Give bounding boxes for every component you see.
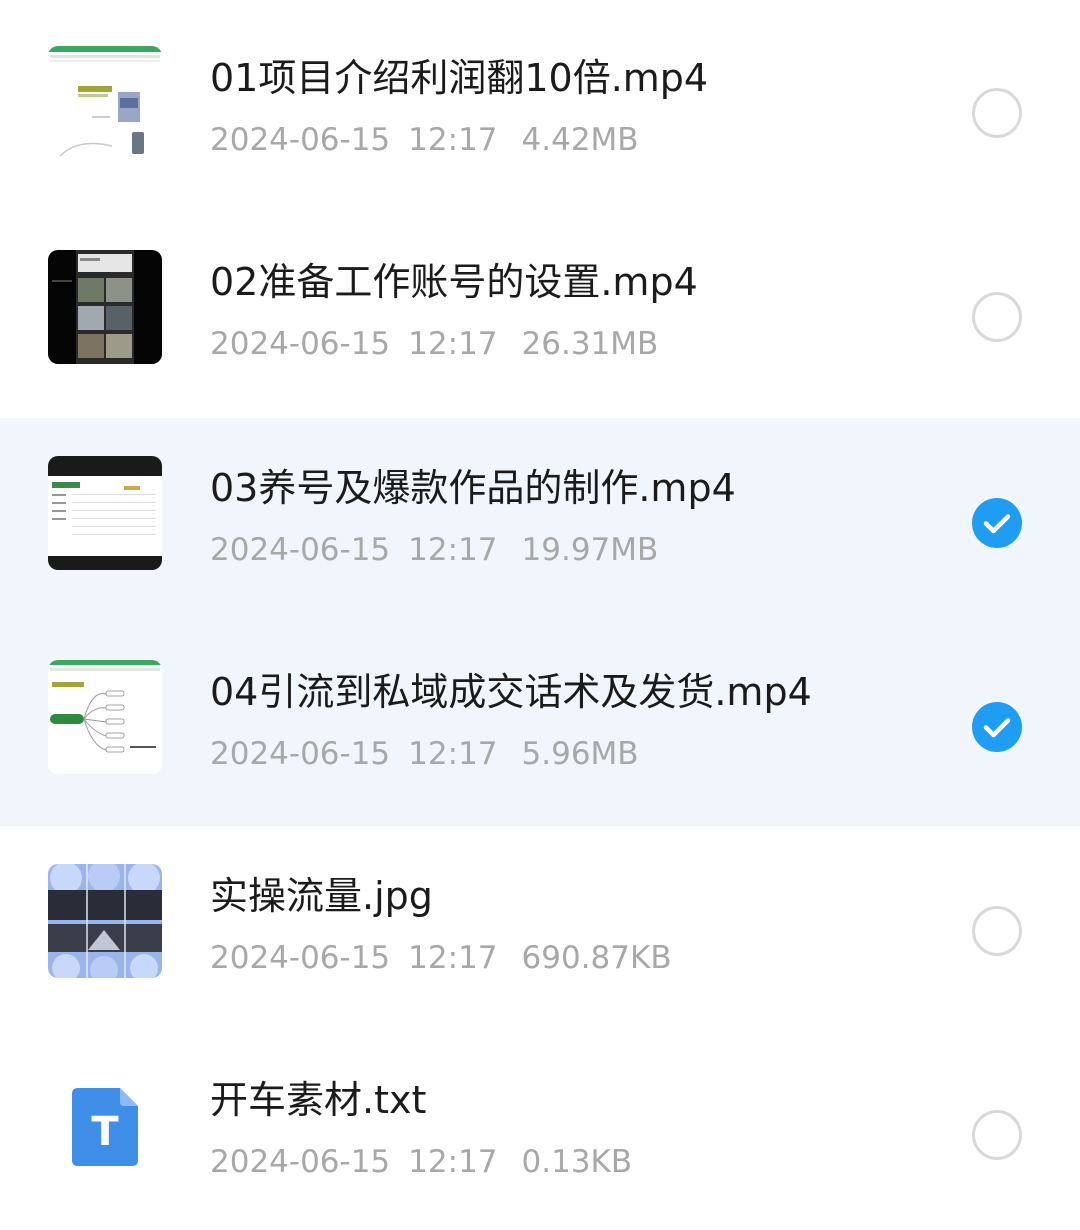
file-date: 2024-06-15	[210, 1144, 391, 1180]
file-date: 2024-06-15	[210, 122, 391, 158]
file-thumbnail	[48, 46, 162, 160]
file-meta: 2024-06-15 12:17 4.42MB	[210, 120, 639, 160]
file-name: 开车素材.txt	[210, 1078, 427, 1122]
select-checkbox[interactable]	[972, 498, 1022, 548]
file-name: 01项目介绍利润翻10倍.mp4	[210, 56, 709, 100]
file-thumbnail	[48, 864, 162, 978]
file-date: 2024-06-15	[210, 736, 391, 772]
checkmark-icon	[983, 718, 1011, 738]
file-time: 12:17	[408, 122, 498, 158]
txt-icon-letter: T	[91, 1109, 119, 1155]
file-time: 12:17	[408, 736, 498, 772]
file-row[interactable]: 03养号及爆款作品的制作.mp4 2024-06-15 12:17 19.97MB	[0, 418, 1080, 622]
file-date: 2024-06-15	[210, 326, 391, 362]
file-name: 实操流量.jpg	[210, 874, 433, 918]
file-meta: 2024-06-15 12:17 5.96MB	[210, 734, 639, 774]
file-row[interactable]: 01项目介绍利润翻10倍.mp4 2024-06-15 12:17 4.42MB	[0, 8, 1080, 212]
file-date: 2024-06-15	[210, 940, 391, 976]
select-checkbox[interactable]	[972, 906, 1022, 956]
select-checkbox[interactable]	[972, 88, 1022, 138]
file-name: 02准备工作账号的设置.mp4	[210, 260, 698, 304]
file-date: 2024-06-15	[210, 532, 391, 568]
file-time: 12:17	[408, 940, 498, 976]
file-row[interactable]: T 开车素材.txt 2024-06-15 12:17 0.13KB	[0, 1030, 1080, 1230]
file-size: 4.42MB	[521, 122, 639, 158]
file-size: 690.87KB	[521, 940, 672, 976]
file-size: 5.96MB	[521, 736, 639, 772]
file-thumbnail	[48, 250, 162, 364]
select-checkbox[interactable]	[972, 702, 1022, 752]
file-name: 03养号及爆款作品的制作.mp4	[210, 466, 736, 510]
txt-file-icon: T	[48, 1068, 162, 1182]
file-time: 12:17	[408, 1144, 498, 1180]
checkmark-icon	[983, 514, 1011, 534]
file-meta: 2024-06-15 12:17 26.31MB	[210, 324, 658, 364]
file-time: 12:17	[408, 326, 498, 362]
file-meta: 2024-06-15 12:17 690.87KB	[210, 938, 672, 978]
file-meta: 2024-06-15 12:17 19.97MB	[210, 530, 658, 570]
file-row[interactable]: 04引流到私域成交话术及发货.mp4 2024-06-15 12:17 5.96MB	[0, 622, 1080, 826]
file-size: 26.31MB	[521, 326, 659, 362]
select-checkbox[interactable]	[972, 292, 1022, 342]
file-thumbnail	[48, 456, 162, 570]
file-row[interactable]: 实操流量.jpg 2024-06-15 12:17 690.87KB	[0, 826, 1080, 1030]
file-name: 04引流到私域成交话术及发货.mp4	[210, 670, 812, 714]
file-size: 19.97MB	[521, 532, 659, 568]
file-size: 0.13KB	[521, 1144, 633, 1180]
select-checkbox[interactable]	[972, 1110, 1022, 1160]
file-list: 01项目介绍利润翻10倍.mp4 2024-06-15 12:17 4.42MB 0…	[0, 0, 1080, 1230]
file-meta: 2024-06-15 12:17 0.13KB	[210, 1142, 632, 1182]
file-thumbnail	[48, 660, 162, 774]
file-time: 12:17	[408, 532, 498, 568]
file-row[interactable]: 02准备工作账号的设置.mp4 2024-06-15 12:17 26.31MB	[0, 212, 1080, 416]
